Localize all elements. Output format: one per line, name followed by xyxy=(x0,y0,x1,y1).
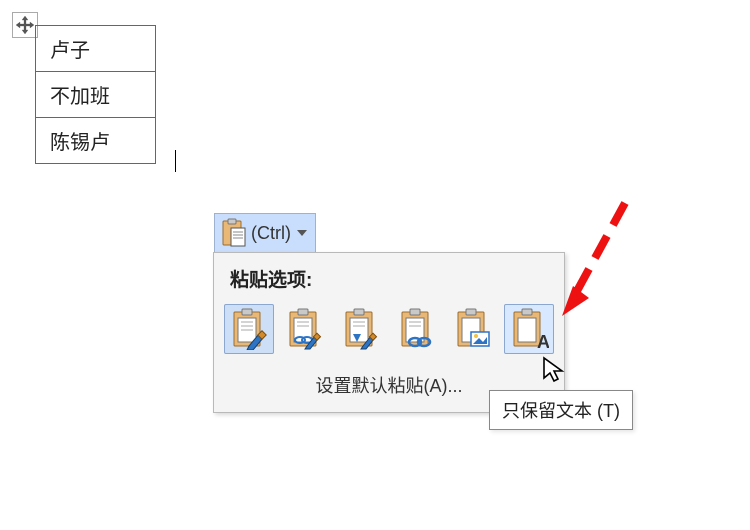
svg-text:A: A xyxy=(537,332,549,350)
clipboard-link-icon xyxy=(397,308,437,350)
paste-option-keep-text-only[interactable]: A xyxy=(504,304,554,354)
dropdown-triangle-icon xyxy=(297,230,307,236)
paste-button-label: (Ctrl) xyxy=(251,223,291,244)
clipboard-brush-icon xyxy=(229,308,269,350)
table-cell[interactable]: 不加班 xyxy=(36,72,156,118)
panel-title: 粘贴选项: xyxy=(214,253,564,302)
text-cursor xyxy=(175,150,176,172)
clipboard-icon xyxy=(221,218,247,248)
annotation-arrow-icon xyxy=(555,198,655,348)
paste-option-keep-source-formatting[interactable] xyxy=(224,304,274,354)
table-cell[interactable]: 陈锡卢 xyxy=(36,118,156,164)
paste-options-button[interactable]: (Ctrl) xyxy=(214,213,316,253)
default-paste-label: 设置默认粘贴(A)... xyxy=(316,376,463,396)
clipboard-merge-brush-icon xyxy=(341,308,381,350)
paste-option-link-and-keep-formatting[interactable] xyxy=(392,304,442,354)
clipboard-text-only-icon: A xyxy=(509,308,549,350)
paste-options-panel: 粘贴选项: xyxy=(213,252,565,413)
paste-option-tooltip: 只保留文本 (T) xyxy=(489,390,633,430)
paste-option-picture[interactable] xyxy=(448,304,498,354)
tooltip-text: 只保留文本 (T) xyxy=(502,401,620,421)
paste-option-merge-formatting[interactable] xyxy=(280,304,330,354)
table-cell[interactable]: 卢子 xyxy=(36,26,156,72)
paste-option-use-destination-styles[interactable] xyxy=(336,304,386,354)
move-arrows-icon xyxy=(15,15,35,35)
clipboard-brush-link-icon xyxy=(285,308,325,350)
paste-options-row: A xyxy=(214,302,564,362)
clipboard-picture-icon xyxy=(453,308,493,350)
content-table[interactable]: 卢子 不加班 陈锡卢 xyxy=(35,25,156,164)
